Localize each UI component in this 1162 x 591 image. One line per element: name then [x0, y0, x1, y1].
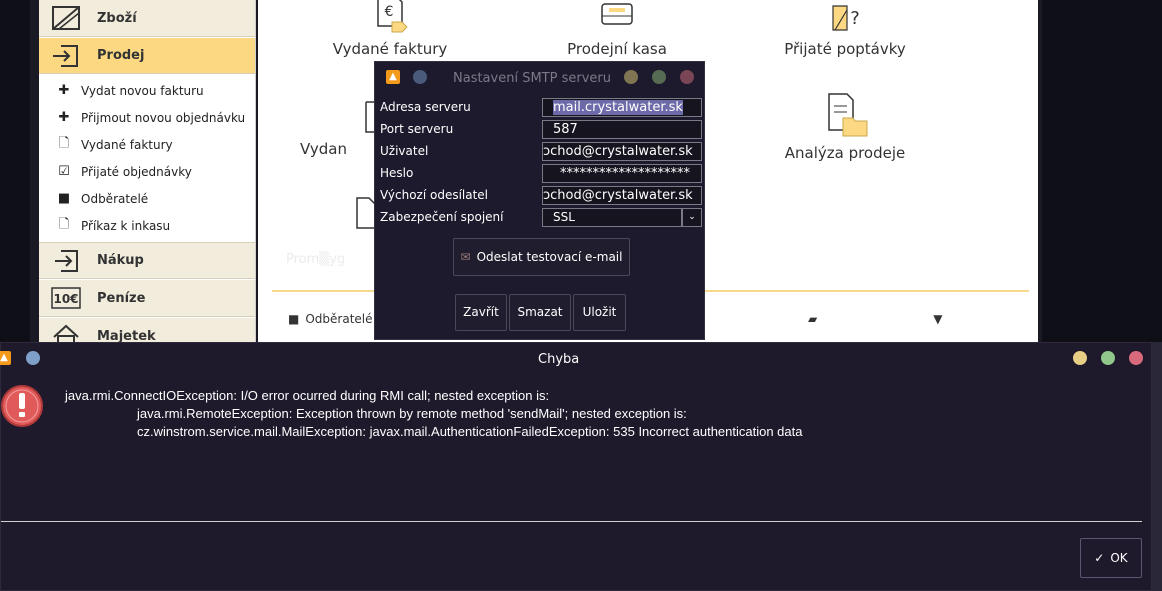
checklist-icon: ☑ [58, 164, 70, 179]
footer-dropdown[interactable]: ▰ ▼ [808, 312, 942, 326]
button-label: Odeslat testovací e-mail [476, 250, 623, 264]
dialog-title: Chyba [538, 352, 580, 367]
sidebar-section-sales[interactable]: Prodej [39, 38, 255, 74]
sidebar-section-label: Prodej [97, 48, 145, 63]
collapse-arrow-icon[interactable]: ▲ [386, 70, 400, 84]
pin-icon[interactable] [413, 70, 427, 84]
connection-security-select[interactable]: SSL [542, 208, 682, 227]
tile-pos-register[interactable]: Prodejní kasa [527, 0, 707, 58]
sales-analysis-icon [828, 93, 868, 137]
document-icon: 🗋 [58, 135, 70, 151]
faint-label: Prom▒yg [286, 252, 346, 267]
footer-customers[interactable]: ■ Odběratelé [288, 312, 373, 326]
default-sender-input[interactable]: ɔchod@crystalwater.sk [542, 186, 702, 205]
delete-button[interactable]: Smazat [509, 294, 571, 331]
folder-icon: ■ [57, 191, 71, 206]
window-edge [1152, 342, 1162, 591]
sidebar-section-label: Peníze [97, 290, 146, 306]
invoice-icon: € [377, 0, 408, 33]
password-input[interactable]: ******************** [542, 164, 702, 183]
folder-icon: ■ [288, 312, 300, 326]
sidebar-item-new-order[interactable]: ✚ Přijmout novou objednávku [39, 104, 255, 131]
tile-label: Vydané faktury [332, 40, 448, 58]
sidebar-item-new-invoice[interactable]: ✚ Vydat novou fakturu [39, 77, 255, 104]
tile-label: Přijaté poptávky [784, 40, 906, 58]
svg-text:?: ? [850, 8, 860, 29]
sidebar-section-label: Nákup [97, 253, 144, 268]
sidebar-item-label: Odběratelé [81, 191, 149, 206]
svg-text:€: € [385, 4, 394, 20]
purchase-icon [55, 249, 78, 272]
ok-button[interactable]: ✓ OK [1080, 538, 1142, 578]
sidebar-item-customers[interactable]: ■ Odběratelé [39, 185, 255, 212]
error-dialog: ▲ Chyba java.rmi.ConnectIOException: I/O… [0, 342, 1152, 591]
sidebar-section-purchase[interactable]: Nákup [39, 242, 255, 279]
smtp-settings-dialog: ▲ Nastavení SMTP serveru Adresa serveru … [374, 61, 705, 340]
error-message-line: java.rmi.ConnectIOException: I/O error o… [65, 388, 550, 403]
error-message-line: java.rmi.RemoteException: Exception thro… [137, 406, 687, 421]
dialog-titlebar: ▲ Nastavení SMTP serveru [375, 62, 704, 94]
sidebar-section-money[interactable]: 10€ Peníze [39, 280, 255, 317]
default-sender-label: Výchozí odesílatel [380, 188, 489, 202]
minimize-icon[interactable] [624, 70, 638, 84]
sidebar-item-label: Příkaz k inkasu [81, 218, 171, 233]
tile-label: Prodejní kasa [567, 40, 667, 58]
tile-sales-analysis[interactable]: Analýza prodeje [755, 92, 935, 162]
plus-icon: ✚ [58, 110, 70, 125]
connection-security-label: Zabezpečení spojení [380, 210, 504, 224]
svg-text:10€: 10€ [53, 292, 78, 306]
send-test-email-button[interactable]: ✉ Odeslat testovací e-mail [453, 238, 630, 276]
goods-icon [52, 6, 80, 30]
password-label: Heslo [380, 166, 414, 180]
close-button[interactable]: Zavřít [455, 294, 507, 331]
sales-icon [53, 44, 78, 67]
user-input[interactable]: ɔchod@crystalwater.sk [542, 142, 702, 161]
close-icon[interactable] [1129, 351, 1143, 365]
inquiry-icon: ? [832, 5, 860, 31]
pin-icon[interactable] [26, 351, 40, 365]
sidebar-item-issued-invoices[interactable]: 🗋 Vydané faktury [39, 131, 255, 158]
mail-icon: ✉ [460, 250, 471, 264]
chevron-down-icon[interactable]: ⌄ [682, 208, 702, 227]
separator [1, 521, 1142, 522]
tile-received-inquiries[interactable]: ? Přijaté poptávky [755, 0, 935, 58]
money-icon: 10€ [51, 287, 81, 309]
footer-label: Odběratelé [305, 312, 373, 326]
maximize-icon[interactable] [1101, 351, 1115, 365]
server-address-label: Adresa serveru [380, 100, 471, 114]
dialog-title: Nastavení SMTP serveru [453, 71, 611, 86]
user-label: Uživatel [380, 144, 429, 158]
check-icon: ✓ [1094, 551, 1105, 565]
sidebar-item-label: Přijmout novou objednávku [81, 110, 246, 125]
sidebar-item-label: Vydat novou fakturu [81, 83, 204, 98]
sidebar-section-goods[interactable]: Zboží [39, 0, 255, 37]
sidebar-item-label: Přijaté objednávky [81, 164, 192, 179]
minimize-icon[interactable] [1073, 351, 1087, 365]
close-icon[interactable] [680, 70, 694, 84]
maximize-icon[interactable] [652, 70, 666, 84]
server-port-input[interactable]: 587 [542, 120, 702, 139]
sidebar-item-received-orders[interactable]: ☑ Přijaté objednávky [39, 158, 255, 185]
server-address-input[interactable]: mail.crystalwater.sk [542, 98, 702, 117]
button-label: OK [1110, 551, 1128, 565]
cash-register-icon [601, 3, 633, 25]
document-icon: 🗋 [58, 216, 70, 232]
error-message-line: cz.winstrom.service.mail.MailException: … [137, 424, 803, 439]
sidebar: Zboží Prodej ✚ Vydat novou fakturu ✚ Při… [39, 0, 256, 345]
error-icon [1, 385, 43, 427]
tile-issued-invoices[interactable]: € Vydané faktury [300, 0, 480, 58]
server-address-value: mail.crystalwater.sk [553, 100, 683, 115]
plus-icon: ✚ [58, 83, 70, 98]
chevron-down-icon: ▼ [933, 312, 943, 326]
server-port-label: Port serveru [380, 122, 454, 136]
tile-label: Analýza prodeje [784, 144, 906, 162]
sidebar-section-label: Zboží [97, 10, 137, 26]
sidebar-item-label: Vydané faktury [81, 137, 173, 152]
collapse-arrow-icon[interactable]: ▲ [0, 351, 11, 365]
tile-label: Vydan [300, 140, 347, 158]
sidebar-item-direct-debit[interactable]: 🗋 Příkaz k inkasu [39, 212, 255, 239]
sidebar-section-property[interactable]: Majetek [39, 318, 255, 345]
save-button[interactable]: Uložit [573, 294, 626, 331]
open-folder-icon: ▰ [808, 312, 818, 326]
